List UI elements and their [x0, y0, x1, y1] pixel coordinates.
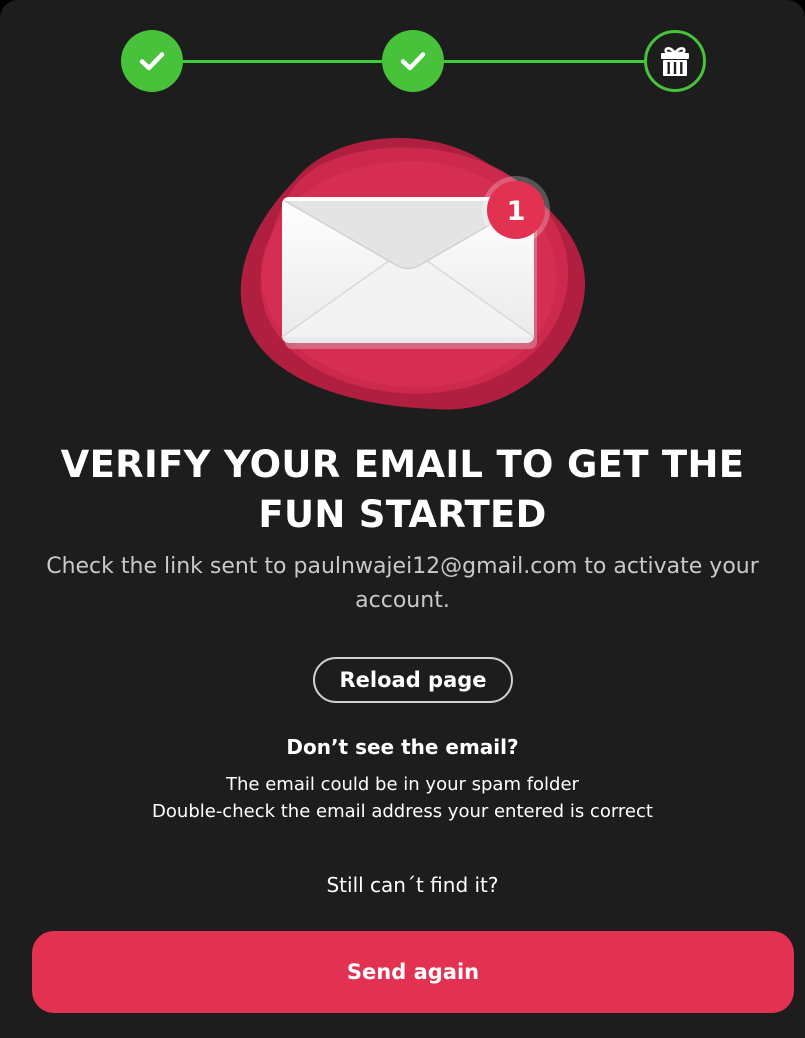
checkmark-icon	[139, 52, 165, 71]
send-again-button[interactable]: Send again	[32, 931, 794, 1013]
stepper-connector	[182, 60, 382, 63]
email-illustration: 1	[225, 125, 605, 425]
checkmark-icon	[400, 52, 426, 71]
svg-text:1: 1	[507, 196, 526, 227]
help-tip-address: Double-check the email address your ente…	[152, 801, 653, 822]
notification-badge: 1	[482, 176, 550, 244]
verification-instructions: Check the link sent to paulnwajei12@gmai…	[30, 550, 775, 618]
progress-stepper	[0, 30, 805, 94]
help-heading: Don’t see the email?	[286, 735, 519, 759]
stepper-connector	[444, 60, 644, 63]
still-cant-find-text: Still can´t find it?	[326, 873, 499, 897]
gift-icon	[661, 47, 689, 76]
help-tip-spam: The email could be in your spam folder	[226, 774, 579, 795]
page-title-line-1: VERIFY YOUR EMAIL TO GET THE	[60, 443, 745, 486]
instructions-line-2: account.	[355, 588, 450, 613]
step-2-completed	[382, 30, 444, 92]
page-title: VERIFY YOUR EMAIL TO GET THE FUN STARTED	[40, 440, 765, 540]
page-title-line-2: FUN STARTED	[258, 493, 547, 536]
verify-email-screen: 1 VERIFY YOUR EMAIL TO GET THE FUN START…	[0, 0, 805, 1038]
step-3-current	[644, 30, 706, 92]
step-1-completed	[121, 30, 183, 92]
instructions-line-1: Check the link sent to paulnwajei12@gmai…	[46, 554, 759, 579]
reload-page-button[interactable]: Reload page	[313, 657, 513, 703]
